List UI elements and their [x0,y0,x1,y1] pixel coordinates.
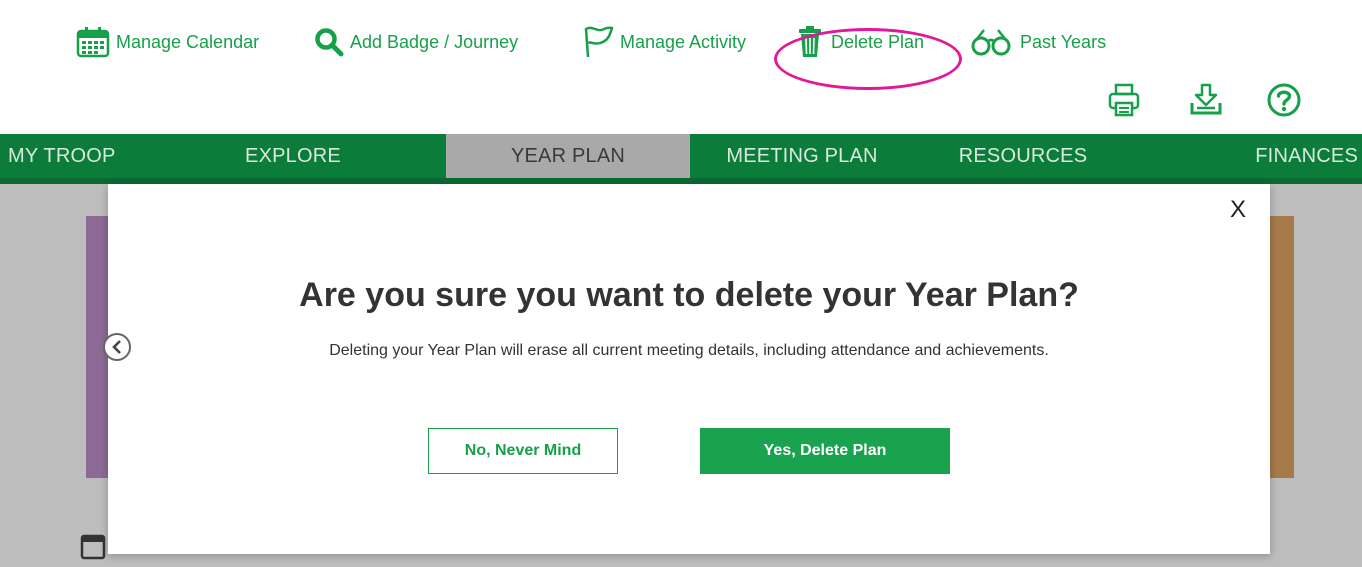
chevron-left-icon [112,340,121,354]
carousel-prev-button[interactable] [103,333,131,361]
help-button[interactable] [1264,80,1304,120]
nav-year-plan[interactable]: YEAR PLAN [446,134,690,178]
calendar-icon [80,530,106,560]
nav-finances[interactable]: FINANCES [1132,134,1362,178]
download-icon [1190,83,1222,115]
delete-plan-dialog: X Are you sure you want to delete your Y… [108,184,1270,554]
past-years-label: Past Years [1020,31,1107,52]
add-badge-journey-button[interactable]: Add Badge / Journey [314,22,518,62]
main-nav: MY TROOP EXPLORE YEAR PLAN MEETING PLAN … [0,134,1362,184]
print-button[interactable] [1104,80,1144,120]
search-icon [315,28,344,57]
manage-activity-button[interactable]: Manage Activity [582,22,746,62]
close-button[interactable]: X [1230,198,1246,222]
cancel-button[interactable]: No, Never Mind [428,428,618,474]
manage-activity-label: Manage Activity [620,31,747,52]
top-toolbar: Manage Calendar Add Badge / Journey Mana… [0,18,1362,90]
nav-resources[interactable]: RESOURCES [914,134,1132,178]
glasses-icon [971,29,1011,56]
manage-calendar-label: Manage Calendar [116,31,260,52]
flag-icon [584,26,614,58]
manage-calendar-button[interactable]: Manage Calendar [76,22,259,62]
dialog-title: Are you sure you want to delete your Yea… [299,276,1079,314]
nav-explore[interactable]: EXPLORE [140,134,446,178]
delete-plan-label: Delete Plan [831,31,925,52]
delete-plan-button[interactable]: Delete Plan [795,22,924,62]
trash-icon [799,26,821,57]
nav-my-troop[interactable]: MY TROOP [0,134,140,178]
confirm-delete-button[interactable]: Yes, Delete Plan [700,428,950,474]
carousel-tile-right [1270,216,1294,478]
calendar-icon [76,27,110,58]
help-icon [1267,83,1301,117]
nav-meeting-plan[interactable]: MEETING PLAN [690,134,914,178]
download-button[interactable] [1186,80,1226,120]
page: Manage Calendar Add Badge / Journey Mana… [0,0,1362,567]
add-badge-journey-label: Add Badge / Journey [350,31,519,52]
print-icon [1108,83,1140,117]
past-years-button[interactable]: Past Years [970,22,1106,62]
dialog-message: Deleting your Year Plan will erase all c… [329,342,1049,359]
